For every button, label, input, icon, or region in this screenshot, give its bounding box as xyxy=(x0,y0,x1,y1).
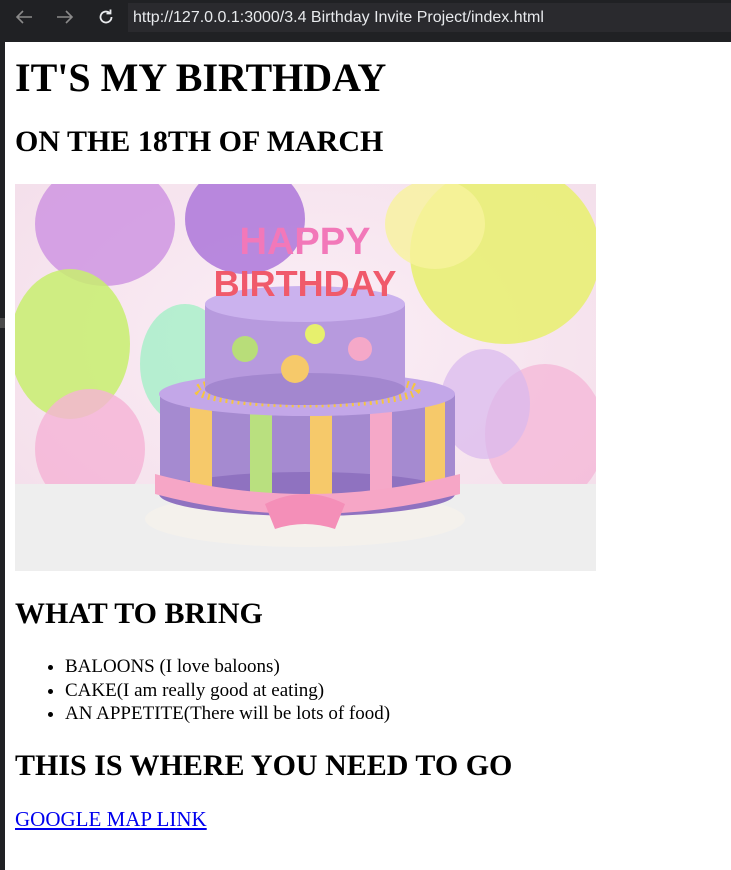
arrow-right-icon xyxy=(57,10,74,24)
arrow-left-icon xyxy=(15,10,32,24)
window-edge-marker xyxy=(0,318,5,328)
page-title: IT'S MY BIRTHDAY xyxy=(15,55,387,100)
bring-list: BALOONS (I love baloons) CAKE(I am reall… xyxy=(15,655,390,726)
forward-button[interactable] xyxy=(53,6,77,28)
date-heading: ON THE 18TH OF MARCH xyxy=(15,125,384,158)
cake-illustration: HAPPY BIRTHDAY xyxy=(15,184,596,571)
google-map-link[interactable]: GOOGLE MAP LINK xyxy=(15,807,207,832)
browser-toolbar: http://127.0.0.1:3000/3.4 Birthday Invit… xyxy=(0,0,731,36)
back-button[interactable] xyxy=(12,6,36,28)
birthday-cake-image: HAPPY BIRTHDAY xyxy=(15,184,596,571)
where-heading: THIS IS WHERE YOU NEED TO GO xyxy=(15,749,513,782)
cake-text-happy: HAPPY xyxy=(240,221,371,263)
bring-heading: WHAT TO BRING xyxy=(15,597,263,630)
cake-text-birthday: BIRTHDAY xyxy=(214,263,397,304)
list-item: BALOONS (I love baloons) xyxy=(65,655,390,679)
list-item: AN APPETITE(There will be lots of food) xyxy=(65,702,390,726)
reload-icon xyxy=(99,9,113,24)
list-item: CAKE(I am really good at eating) xyxy=(65,679,390,703)
reload-button[interactable] xyxy=(94,6,118,28)
address-bar[interactable]: http://127.0.0.1:3000/3.4 Birthday Invit… xyxy=(128,3,731,32)
toolbar-divider xyxy=(0,36,731,42)
window-left-edge xyxy=(0,42,5,870)
